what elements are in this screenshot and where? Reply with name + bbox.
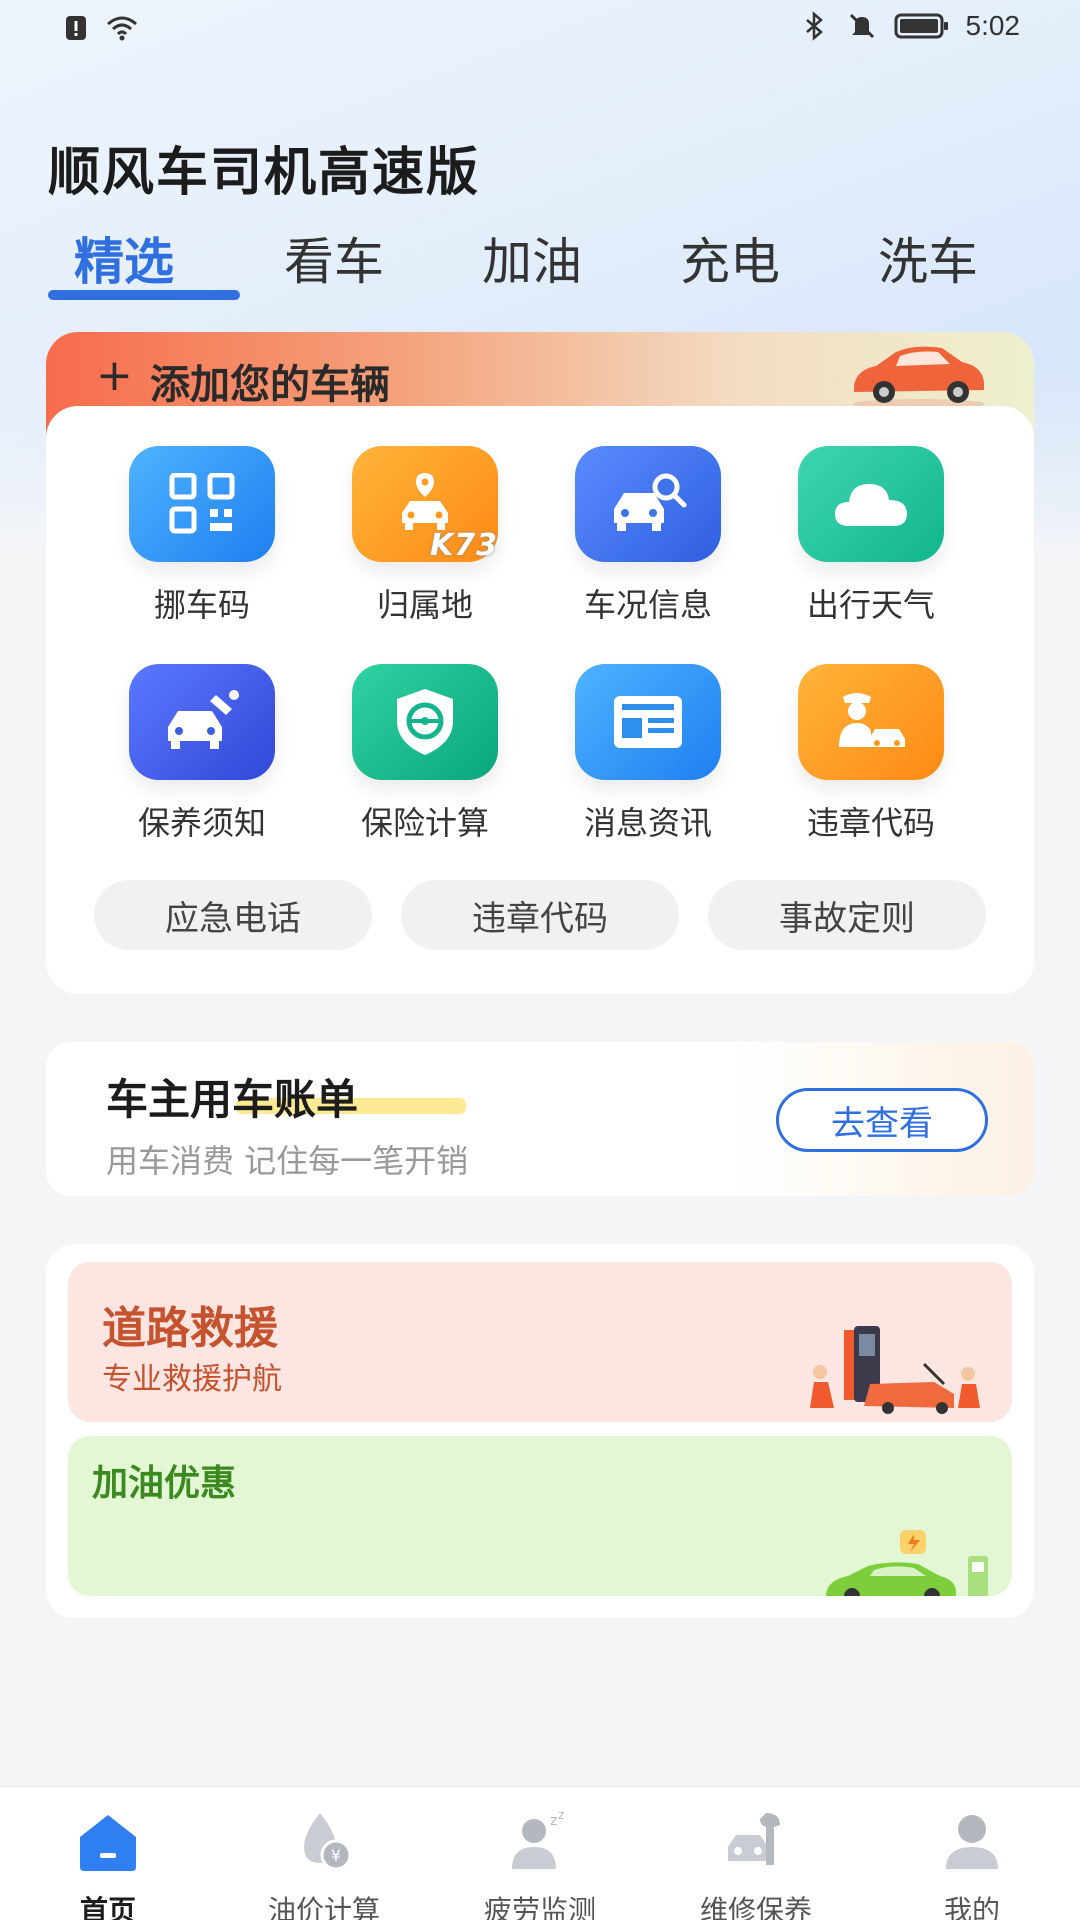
repair-icon	[728, 1813, 780, 1865]
service-label: 消息资讯	[583, 804, 712, 842]
view-bill-button[interactable]: 去查看	[776, 1088, 988, 1152]
service-label: 归属地	[376, 586, 473, 624]
service-label: 保险计算	[360, 804, 489, 842]
fuel-discount-banner[interactable]: 加油优惠	[68, 1436, 1012, 1596]
service-label: 挪车码	[153, 586, 250, 624]
plus-icon: +	[96, 350, 133, 401]
news-icon	[575, 664, 721, 780]
category-tabs: 精选 看车 加油 充电 洗车	[48, 222, 1048, 302]
nav-home[interactable]: 首页	[18, 1809, 198, 1920]
alert-icon	[66, 16, 86, 40]
app-title: 顺风车司机高速版	[48, 143, 481, 203]
service-violation-code[interactable]: 违章代码	[771, 664, 971, 844]
tab-view-cars[interactable]: 看车	[284, 222, 384, 294]
profile-icon	[946, 1815, 998, 1869]
nav-profile[interactable]: 我的	[882, 1809, 1062, 1920]
nav-label: 我的	[943, 1894, 1000, 1920]
ev-charging-car-icon	[826, 1530, 988, 1596]
road-rescue-banner[interactable]: 道路救援 专业救援护航	[68, 1262, 1012, 1422]
rescue-title: 道路救援	[102, 1303, 278, 1354]
nav-label: 首页	[79, 1894, 136, 1920]
service-move-car-code[interactable]: 挪车码	[102, 446, 302, 626]
status-bar: 5:02	[0, 0, 1080, 58]
services-card: 挪车码 归属地 车况信息 出行天气 保养须知 保险计算 消息资讯 违章代码 应急…	[46, 406, 1034, 994]
svg-text:¥: ¥	[331, 1846, 341, 1865]
car-illustration-icon	[853, 346, 985, 409]
cloud-icon	[798, 446, 944, 562]
rescue-subtitle: 专业救援护航	[102, 1362, 282, 1397]
emergency-phone-button[interactable]: 应急电话	[94, 880, 372, 950]
roadside-rescue-icon	[810, 1326, 980, 1414]
tab-car-wash[interactable]: 洗车	[878, 222, 978, 294]
svg-text:z: z	[558, 1809, 564, 1822]
battery-icon	[894, 13, 948, 39]
tab-featured[interactable]: 精选	[74, 222, 174, 294]
service-travel-weather[interactable]: 出行天气	[771, 446, 971, 626]
tab-charging[interactable]: 充电	[680, 222, 780, 294]
tab-refuel[interactable]: 加油	[482, 222, 582, 294]
wifi-icon	[107, 16, 137, 41]
service-news[interactable]: 消息资讯	[548, 664, 748, 844]
service-label: 出行天气	[806, 586, 935, 624]
mute-icon	[849, 13, 874, 39]
promo-card: 道路救援 专业救援护航 加油优惠	[46, 1244, 1034, 1618]
nav-label: 维修保养	[699, 1894, 812, 1920]
service-label: 保养须知	[137, 804, 266, 842]
service-label: 违章代码	[806, 804, 935, 842]
fuel-title: 加油优惠	[92, 1463, 237, 1504]
bottom-navigation: 首页 ¥ 油价计算 zz 疲劳监测 维修保养 我的	[0, 1786, 1080, 1920]
car-maintenance-icon	[129, 664, 275, 780]
traffic-police-icon	[798, 664, 944, 780]
oil-price-icon: ¥	[304, 1813, 352, 1871]
svg-text:z: z	[550, 1813, 557, 1829]
insurance-shield-icon	[352, 664, 498, 780]
home-icon	[80, 1815, 136, 1871]
nav-label: 疲劳监测	[483, 1894, 596, 1920]
accident-rules-button[interactable]: 事故定则	[708, 880, 986, 950]
service-vehicle-status[interactable]: 车况信息	[548, 446, 748, 626]
status-time: 5:02	[965, 10, 1021, 41]
tab-active-indicator	[48, 290, 240, 300]
nav-repair-maintenance[interactable]: 维修保养	[666, 1809, 846, 1920]
watermark-logo: K73	[430, 528, 498, 563]
bill-title: 车主用车账单	[106, 1075, 359, 1124]
nav-oil-price[interactable]: ¥ 油价计算	[234, 1809, 414, 1920]
service-maintenance-notes[interactable]: 保养须知	[102, 664, 302, 844]
bluetooth-icon	[805, 11, 823, 41]
car-search-icon	[575, 446, 721, 562]
qr-code-icon	[129, 446, 275, 562]
vehicle-bill-card[interactable]: 车主用车账单 用车消费 记住每一笔开销 去查看	[46, 1042, 1034, 1196]
nav-label: 油价计算	[267, 1894, 380, 1920]
service-label: 车况信息	[583, 586, 712, 624]
service-insurance-calc[interactable]: 保险计算	[325, 664, 525, 844]
nav-fatigue-monitor[interactable]: zz 疲劳监测	[450, 1808, 630, 1920]
fatigue-icon: zz	[512, 1808, 564, 1869]
violation-code-button[interactable]: 违章代码	[401, 880, 679, 950]
add-vehicle-label: 添加您的车辆	[150, 362, 390, 408]
bill-subtitle: 用车消费 记住每一笔开销	[106, 1142, 469, 1180]
